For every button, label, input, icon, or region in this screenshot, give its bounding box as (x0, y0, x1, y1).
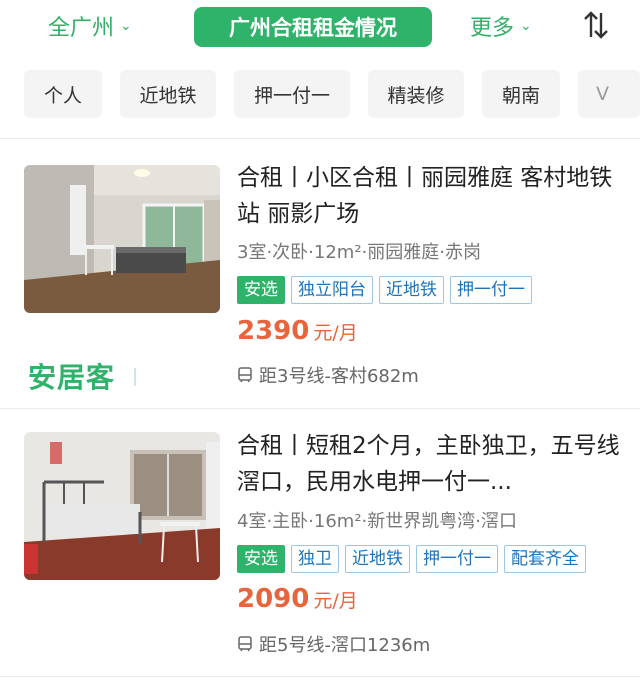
city-label: 全广州 (48, 16, 115, 41)
page-title[interactable]: 广州合租租金情况 (194, 7, 432, 47)
listing-tags: 安选 独卫 近地铁 押一付一 配套齐全 (237, 545, 586, 573)
price-value: 2090 (237, 584, 310, 614)
filter-chip[interactable]: 近地铁 (120, 70, 216, 118)
distance-text: 距3号线-客村682m (259, 366, 419, 387)
filter-chip[interactable]: 个人 (24, 70, 102, 118)
price-unit: 元/月 (313, 590, 358, 612)
distance-text: 距5号线-滘口1236m (259, 635, 431, 656)
price-unit: 元/月 (313, 322, 358, 344)
tag: 配套齐全 (504, 545, 586, 573)
tag: 押一付一 (450, 276, 532, 304)
more-label: 更多 (470, 16, 515, 41)
listing-distance: 距3号线-客村682m (237, 362, 419, 388)
tag-anxuan: 安选 (237, 276, 285, 304)
more-filter[interactable]: 更多 ⌄ (470, 10, 532, 42)
divider (0, 676, 640, 677)
tag-anxuan: 安选 (237, 545, 285, 573)
listing-meta: 3室·次卧·12m²·丽园雅庭·赤岗 (237, 242, 481, 263)
chevron-down-icon: ⌄ (120, 18, 132, 34)
filter-chip[interactable]: V (578, 70, 640, 118)
listing-price: 2090 元/月 (237, 584, 358, 614)
divider (0, 408, 640, 409)
sort-arrows-icon[interactable] (582, 10, 610, 40)
tag: 独立阳台 (291, 276, 373, 304)
top-bar: 全广州 ⌄ 广州合租租金情况 更多 ⌄ (0, 0, 640, 52)
chevron-down-icon: ⌄ (520, 18, 532, 34)
bus-icon (238, 636, 252, 652)
tag: 近地铁 (345, 545, 410, 573)
tag: 押一付一 (416, 545, 498, 573)
anjuke-logo: 安居客 (28, 361, 116, 394)
listing-meta: 4室·主卧·16m²·新世界凯粤湾·滘口 (237, 511, 517, 532)
listing-photo[interactable] (24, 165, 220, 313)
divider (0, 138, 640, 139)
city-selector[interactable]: 全广州 ⌄ (48, 10, 132, 42)
listing-title[interactable]: 合租丨短租2个月，主卧独卫，五号线滘口，民用水电押一付一... (237, 428, 622, 500)
tag: 近地铁 (379, 276, 444, 304)
filter-chip[interactable]: 精装修 (368, 70, 464, 118)
filter-chip[interactable]: 押一付一 (234, 70, 350, 118)
bus-icon (238, 367, 252, 383)
listing-tags: 安选 独立阳台 近地铁 押一付一 (237, 276, 532, 304)
filter-chip[interactable]: 朝南 (482, 70, 560, 118)
logo-separator (134, 368, 136, 386)
listing-photo[interactable] (24, 432, 220, 580)
filter-chip-row: 个人 近地铁 押一付一 精装修 朝南 V (0, 70, 640, 120)
listing-title[interactable]: 合租丨小区合租丨丽园雅庭 客村地铁站 丽影广场 (237, 160, 622, 232)
price-value: 2390 (237, 316, 310, 346)
listing-price: 2390 元/月 (237, 316, 358, 346)
tag: 独卫 (291, 545, 339, 573)
listing-distance: 距5号线-滘口1236m (237, 631, 430, 657)
